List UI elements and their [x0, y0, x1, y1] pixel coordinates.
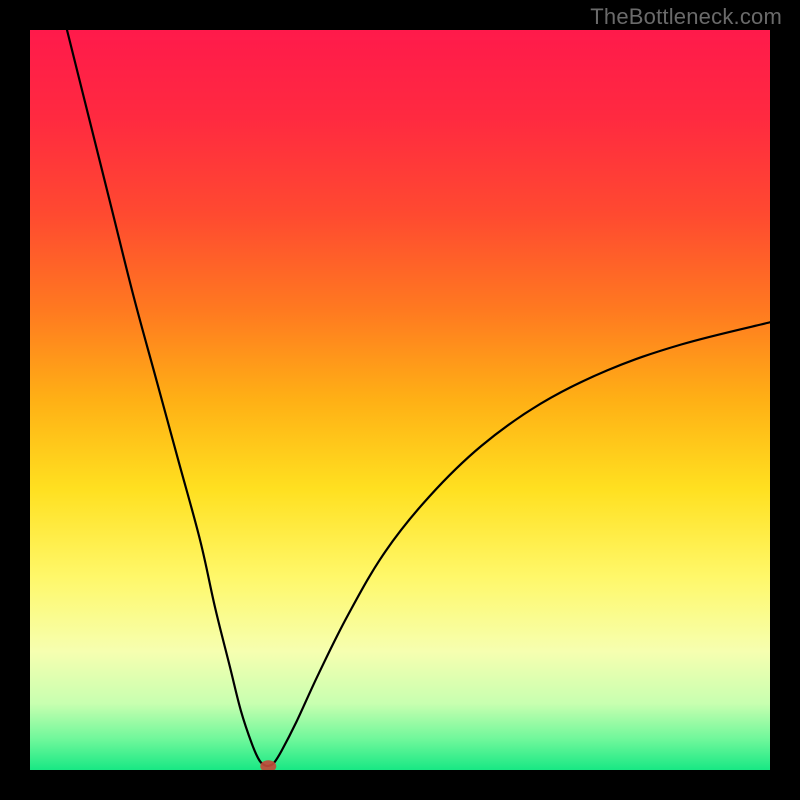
chart-container: TheBottleneck.com: [0, 0, 800, 800]
plot-area: [30, 30, 770, 770]
gradient-background: [30, 30, 770, 770]
watermark-text: TheBottleneck.com: [590, 4, 782, 30]
chart-svg: [30, 30, 770, 770]
